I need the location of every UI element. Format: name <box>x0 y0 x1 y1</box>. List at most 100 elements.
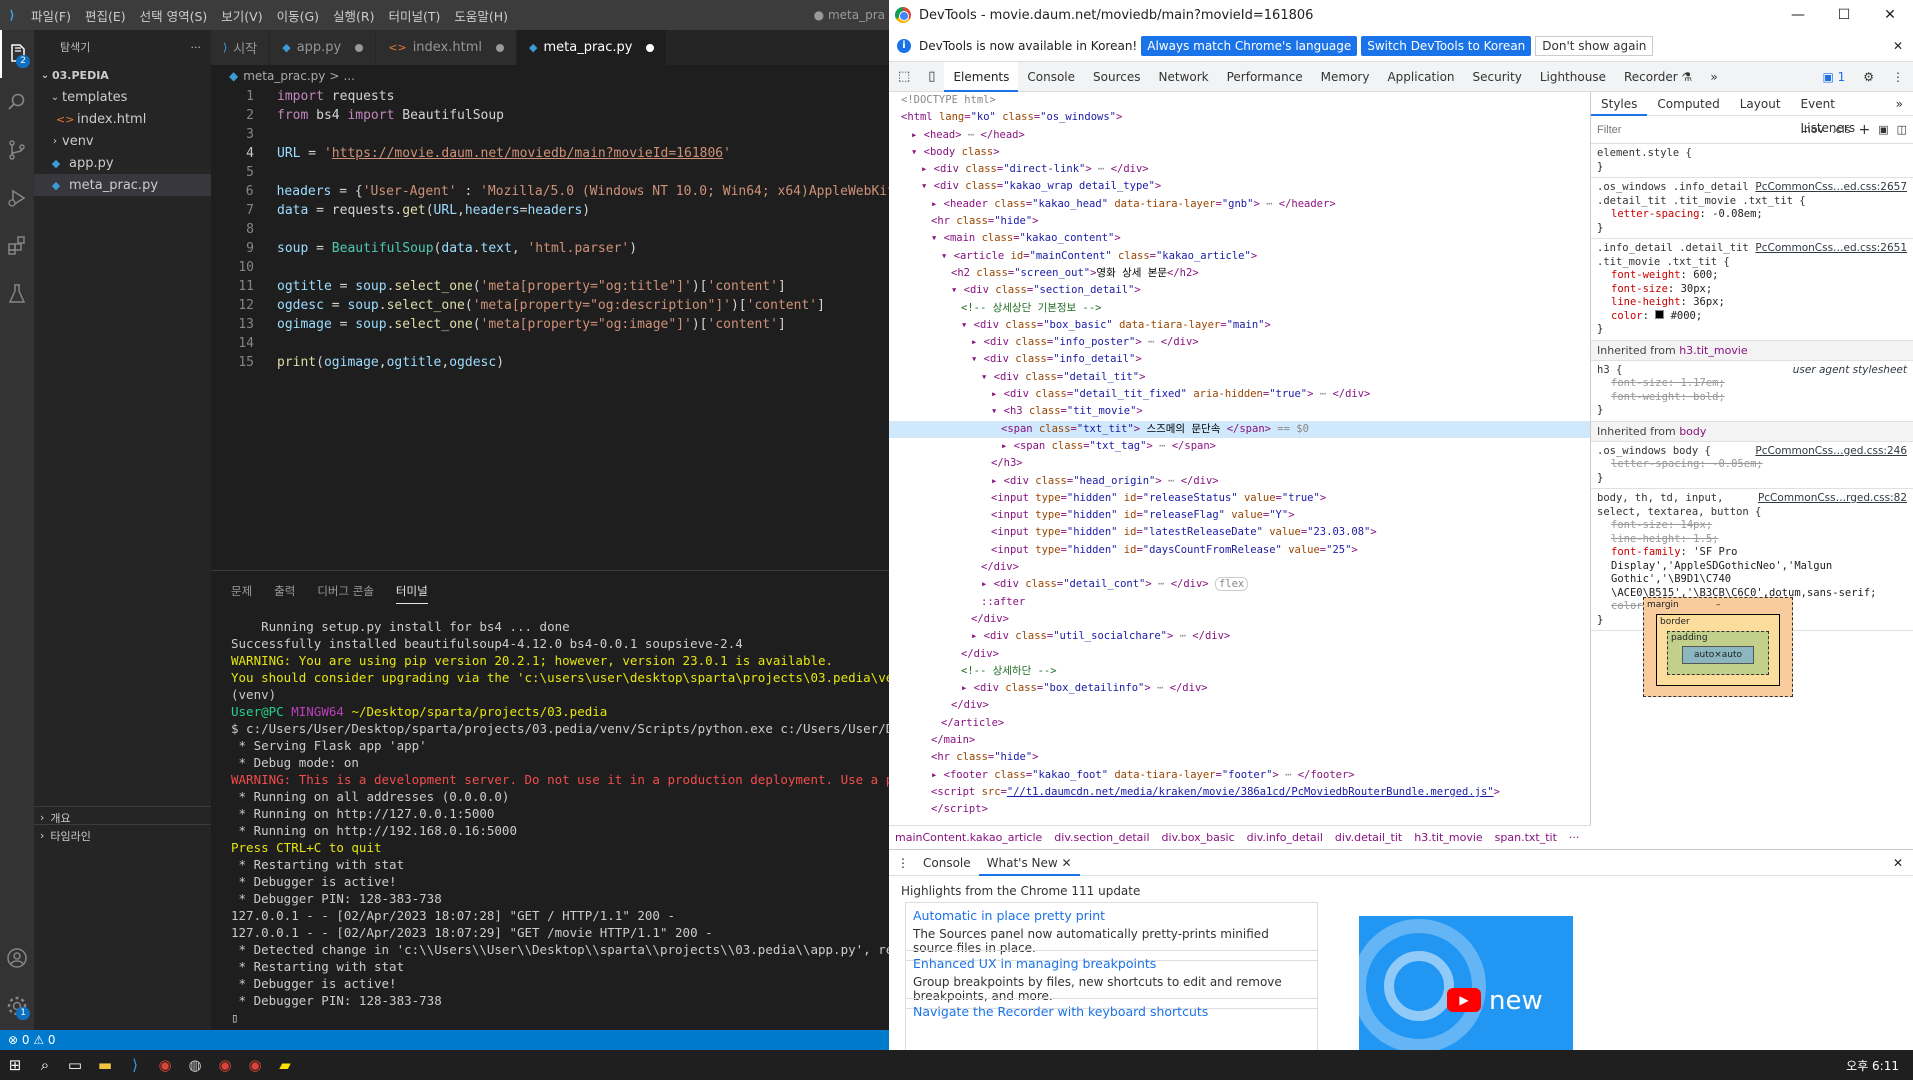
tab-start[interactable]: ⟩ 시작 <box>211 30 271 65</box>
switch-to-korean-button[interactable]: Switch DevTools to Korean <box>1361 35 1532 56</box>
tab-event-listeners[interactable]: Event Listeners <box>1791 92 1886 135</box>
problems-status[interactable]: ⊗ 0 ⚠ 0 <box>8 1033 56 1047</box>
timeline-section[interactable]: › 타임라인 <box>34 824 211 846</box>
tab-terminal[interactable]: 터미널 <box>395 583 428 604</box>
hov-toggle[interactable]: :hov <box>1800 123 1824 136</box>
elements-tree[interactable]: <!DOCTYPE html> <html lang="ko" class="os… <box>889 92 1591 825</box>
card-title[interactable]: Navigate the Recorder with keyboard shor… <box>913 1004 1310 1019</box>
git-bash-icon[interactable]: ◍ <box>180 1050 210 1080</box>
dom-node[interactable]: </div> <box>889 646 1590 663</box>
card-title[interactable]: Automatic in place pretty print <box>913 908 1310 923</box>
crumb-item[interactable]: div.section_detail <box>1048 831 1155 844</box>
style-property[interactable]: letter-spacing: -0.05em; <box>1597 458 1907 472</box>
tab-network[interactable]: Network <box>1150 62 1218 92</box>
crumb-item[interactable]: div.info_detail <box>1241 831 1329 844</box>
rule-source-link[interactable]: PcCommonCss…ed.css:2657 <box>1755 181 1907 195</box>
terminal-output[interactable]: Running setup.py install for bs4 ... don… <box>231 618 889 1026</box>
tab-console[interactable]: Console <box>1018 62 1084 92</box>
close-icon[interactable]: ✕ <box>1867 7 1913 23</box>
settings-gear-icon[interactable]: 1 <box>0 982 34 1030</box>
menu-file[interactable]: 파일(F) <box>24 6 78 25</box>
dom-node[interactable]: </div> <box>889 559 1590 576</box>
menu-go[interactable]: 이동(G) <box>270 6 326 25</box>
menu-view[interactable]: 보기(V) <box>214 6 269 25</box>
dom-node[interactable]: <h2 class="screen_out">영화 상세 본문</h2> <box>889 265 1590 282</box>
dom-node[interactable]: </article> <box>889 715 1590 732</box>
chrome-taskbar-icon[interactable]: ◉ <box>240 1050 270 1080</box>
dom-node[interactable]: ▸ <div class="direct-link"> ⋯ </div> <box>889 161 1590 178</box>
search-icon[interactable] <box>0 78 34 126</box>
dom-node[interactable]: ▾ <div class="detail_tit"> <box>889 369 1590 386</box>
kakaotalk-icon[interactable]: ▰ <box>270 1050 300 1080</box>
rule-source-link[interactable]: PcCommonCss…ed.css:2651 <box>1755 242 1907 256</box>
style-property[interactable]: font-weight: 600; <box>1597 269 1907 283</box>
box-margin-value[interactable]: – <box>1716 600 1721 610</box>
drawer-tab-console[interactable]: Console <box>915 850 979 876</box>
crumb-item[interactable]: mainContent.kakao_article <box>889 831 1048 844</box>
tab-recorder[interactable]: Recorder ⚗ <box>1615 62 1701 92</box>
crumb-more[interactable]: ··· <box>1563 831 1586 844</box>
style-property[interactable]: font-size: 14px; <box>1597 519 1907 533</box>
dom-node[interactable]: ▸ <div class="info_poster"> ⋯ </div> <box>889 334 1590 351</box>
dom-node[interactable]: <!-- 상세하단 --> <box>889 663 1590 680</box>
explorer-more-button[interactable]: ··· <box>191 41 202 54</box>
dom-node[interactable]: <input type="hidden" id="latestReleaseDa… <box>889 524 1590 541</box>
close-drawer-icon[interactable]: ✕ <box>1893 856 1903 870</box>
dom-node[interactable]: <!DOCTYPE html> <box>889 92 1590 109</box>
selected-dom-node[interactable]: <span class="txt_tit"> 스즈메의 문단속 </span> … <box>889 420 1590 438</box>
styles-filter-input[interactable] <box>1597 123 1747 136</box>
box-model-diagram[interactable]: margin – border padding auto×auto <box>1643 597 1793 697</box>
dom-node[interactable]: ▾ <h3 class="tit_movie"> <box>889 403 1590 420</box>
vscode-taskbar-icon[interactable]: ⟩ <box>120 1050 150 1080</box>
card-title[interactable]: Enhanced UX in managing breakpoints <box>913 956 1310 971</box>
dom-node[interactable]: ▸ <div class="head_origin"> ⋯ </div> <box>889 473 1590 490</box>
dom-node[interactable]: <!-- 상세상단 기본정보 --> <box>889 300 1590 317</box>
dom-node[interactable]: <hr class="hide"> <box>889 213 1590 230</box>
youtube-play-icon[interactable]: ▶ <box>1447 988 1481 1012</box>
dom-node[interactable]: <script src="//t1.daumcdn.net/media/krak… <box>889 784 1590 801</box>
style-property[interactable]: line-height: 1.5; <box>1597 533 1907 547</box>
minimize-icon[interactable]: — <box>1775 7 1821 23</box>
windows-start-icon[interactable]: ⊞ <box>0 1050 30 1080</box>
tree-item-templates[interactable]: ⌄ templates <box>34 86 211 108</box>
style-property[interactable]: color: #000; <box>1597 309 1907 324</box>
drawer-menu-icon[interactable]: ⋮ <box>897 856 909 870</box>
close-icon[interactable]: ✕ <box>1062 856 1072 870</box>
color-swatch[interactable] <box>1655 309 1665 319</box>
add-rule-icon[interactable]: + <box>1858 122 1870 138</box>
file-explorer-icon[interactable]: ▬ <box>90 1050 120 1080</box>
tab-meta-prac-py[interactable]: ◆ meta_prac.py <box>517 30 668 65</box>
chrome-taskbar-icon[interactable]: ◉ <box>150 1050 180 1080</box>
menu-edit[interactable]: 편집(E) <box>78 6 133 25</box>
dom-node[interactable]: ▸ <div class="detail_cont"> ⋯ </div> fle… <box>889 576 1590 593</box>
crumb-item[interactable]: div.detail_tit <box>1329 831 1408 844</box>
device-toolbar-icon[interactable]: ▯ <box>919 62 944 92</box>
tab-memory[interactable]: Memory <box>1312 62 1379 92</box>
tab-performance[interactable]: Performance <box>1218 62 1312 92</box>
tree-item-app-py[interactable]: ◆ app.py <box>34 152 211 174</box>
taskbar-clock[interactable]: 오후 6:11 <box>1846 1057 1913 1074</box>
dom-node[interactable]: ▾ <div class="kakao_wrap detail_type"> <box>889 178 1590 195</box>
issues-counter[interactable]: ▣ 1 <box>1813 62 1854 92</box>
breadcrumb-rest[interactable]: ... <box>343 69 354 83</box>
dom-node[interactable]: <input type="hidden" id="releaseStatus" … <box>889 490 1590 507</box>
dom-node[interactable]: ▾ <div class="info_detail"> <box>889 351 1590 368</box>
source-control-icon[interactable] <box>0 126 34 174</box>
sidebar-toggle-icon[interactable]: ◫ <box>1897 123 1907 136</box>
always-match-language-button[interactable]: Always match Chrome's language <box>1141 35 1358 56</box>
dom-node[interactable]: ▸ <head> ⋯ </head> <box>889 127 1590 144</box>
dom-node[interactable]: <hr class="hide"> <box>889 749 1590 766</box>
style-rule[interactable]: PcCommonCss…ged.css:246 .os_windows body… <box>1591 442 1913 489</box>
tab-styles[interactable]: Styles <box>1591 92 1648 116</box>
dom-node[interactable]: ▸ <div class="box_detailinfo"> ⋯ </div> <box>889 680 1590 697</box>
style-property[interactable]: font-size: 1.17em; <box>1597 377 1907 391</box>
unsaved-dot-icon[interactable] <box>355 43 364 52</box>
style-rule[interactable]: user agent stylesheet h3 { font-size: 1.… <box>1591 361 1913 422</box>
dom-node[interactable]: ▸ <header class="kakao_head" data-tiara-… <box>889 196 1590 213</box>
tab-application[interactable]: Application <box>1378 62 1463 92</box>
style-property[interactable]: font-size: 30px; <box>1597 283 1907 297</box>
crumb-item[interactable]: span.txt_tit <box>1489 831 1563 844</box>
dom-node[interactable]: ▾ <main class="kakao_content"> <box>889 230 1590 247</box>
tree-item-venv[interactable]: › venv <box>34 130 211 152</box>
menu-selection[interactable]: 선택 영역(S) <box>133 6 215 25</box>
